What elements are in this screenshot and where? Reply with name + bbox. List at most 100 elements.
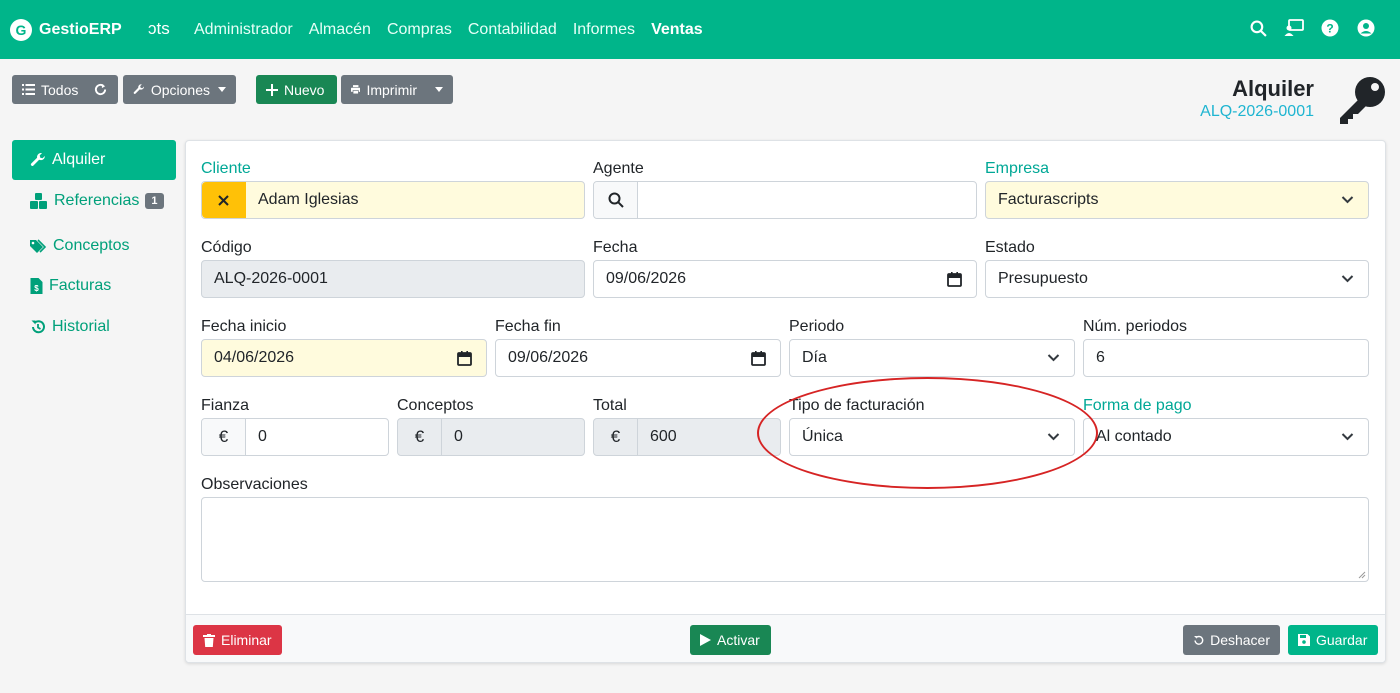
fianza-label: Fianza (201, 397, 250, 414)
conceptos-field: € 0 (397, 418, 585, 456)
num-periodos-label: Núm. periodos (1083, 318, 1188, 335)
caret-down-icon (218, 87, 226, 92)
todos-button[interactable]: Todos (12, 75, 118, 104)
imprimir-button[interactable]: Imprimir (341, 75, 453, 104)
estado-select[interactable]: Presupuesto (985, 260, 1369, 298)
opciones-button[interactable]: Opciones (123, 75, 236, 104)
record-code: ALQ-2026-0001 (1200, 103, 1314, 120)
nuevo-label: Nuevo (284, 81, 325, 98)
main-menu: Administrador Almacén Compras Contabilid… (194, 21, 719, 39)
calendar-icon[interactable] (457, 351, 472, 366)
search-icon[interactable] (1248, 18, 1268, 38)
fecha-inicio-label: Fecha inicio (201, 318, 287, 335)
nuevo-button[interactable]: Nuevo (256, 75, 337, 104)
fecha-value: 09/06/2026 (606, 270, 687, 287)
sidebar-item-referencias[interactable]: Referencias 1 (12, 181, 176, 221)
fecha-field[interactable]: 09/06/2026 (593, 260, 977, 298)
trash-icon (203, 633, 215, 647)
euro-icon: € (398, 419, 442, 455)
forma-pago-label: Forma de pago (1083, 397, 1192, 414)
observaciones-textarea[interactable] (201, 497, 1369, 582)
refresh-icon[interactable] (94, 83, 107, 96)
periodo-value: Día (802, 349, 827, 366)
chevron-down-icon (1341, 196, 1354, 204)
fianza-value: 0 (258, 428, 267, 445)
menu-informes[interactable]: Informes (573, 21, 635, 39)
codigo-label: Código (201, 239, 252, 256)
codigo-field: ALQ-2026-0001 (201, 260, 585, 298)
sidebar-item-label: Conceptos (53, 237, 130, 254)
tags-icon (30, 238, 47, 253)
forma-pago-value: Al contado (1096, 428, 1172, 445)
clear-cliente-button[interactable] (202, 182, 246, 218)
forma-pago-select[interactable]: Al contado (1083, 418, 1369, 456)
conceptos-value: 0 (454, 428, 463, 445)
menu-almacen[interactable]: Almacén (309, 21, 371, 39)
euro-icon: € (202, 419, 246, 455)
chevron-down-icon (1341, 275, 1354, 283)
guardar-label: Guardar (1316, 632, 1368, 648)
user-circle-icon[interactable] (1356, 18, 1376, 38)
activar-button[interactable]: Activar (690, 625, 771, 655)
close-icon (218, 194, 229, 206)
empresa-value: Facturascripts (998, 191, 1099, 208)
eliminar-label: Eliminar (221, 632, 272, 648)
calendar-icon[interactable] (947, 272, 962, 287)
total-value: 600 (650, 428, 677, 445)
sidebar-item-conceptos[interactable]: Conceptos (12, 226, 176, 266)
plus-icon (266, 83, 278, 96)
deshacer-button[interactable]: Deshacer (1183, 625, 1280, 655)
fianza-field[interactable]: € 0 (201, 418, 389, 456)
tipo-facturacion-label: Tipo de facturación (789, 397, 925, 414)
help-icon[interactable]: ? (1320, 18, 1340, 38)
invoice-icon: $ (30, 278, 43, 294)
periodo-select[interactable]: Día (789, 339, 1075, 377)
resize-handle-icon[interactable] (1358, 571, 1366, 579)
cliente-value: Adam Iglesias (258, 191, 359, 208)
calendar-icon[interactable] (751, 351, 766, 366)
conceptos-label: Conceptos (397, 397, 474, 414)
deshacer-label: Deshacer (1210, 632, 1270, 648)
chevron-down-icon (1341, 433, 1354, 441)
save-icon (1298, 634, 1310, 646)
caret-down-icon[interactable] (435, 87, 443, 92)
menu-compras[interactable]: Compras (387, 21, 452, 39)
menu-ventas[interactable]: Ventas (651, 21, 703, 39)
page-title: Alquiler (1232, 76, 1314, 101)
brand-name: GestioERP (39, 20, 122, 38)
num-periodos-field[interactable]: 6 (1083, 339, 1369, 377)
sidebar-item-label: Facturas (49, 277, 112, 294)
total-field: € 600 (593, 418, 781, 456)
sidebar-item-label: Historial (52, 318, 110, 335)
search-agente-button[interactable] (594, 182, 638, 218)
agente-label: Agente (593, 160, 644, 177)
brand-peek-text: ɔts (148, 19, 170, 38)
tipo-facturacion-value: Única (802, 428, 843, 445)
empresa-select[interactable]: Facturascripts (985, 181, 1369, 219)
fecha-fin-label: Fecha fin (495, 318, 561, 335)
menu-contabilidad[interactable]: Contabilidad (468, 21, 557, 39)
brand-logo-icon: G (10, 18, 32, 41)
tipo-facturacion-select[interactable]: Única (789, 418, 1075, 456)
eliminar-button[interactable]: Eliminar (193, 625, 282, 655)
cubes-icon (30, 193, 47, 209)
estado-value: Presupuesto (998, 270, 1088, 287)
menu-administrador[interactable]: Administrador (194, 21, 293, 39)
screen-user-icon[interactable] (1284, 18, 1304, 38)
key-icon (1340, 77, 1385, 124)
total-label: Total (593, 397, 627, 414)
cliente-field[interactable]: Adam Iglesias (201, 181, 585, 219)
fecha-fin-field[interactable]: 09/06/2026 (495, 339, 781, 377)
sidebar-item-facturas[interactable]: $ Facturas (12, 266, 176, 306)
fecha-label: Fecha (593, 239, 638, 256)
brand[interactable]: G GestioERP ɔts (10, 0, 174, 59)
empresa-label: Empresa (985, 160, 1050, 177)
agente-field[interactable] (593, 181, 977, 219)
sidebar-item-historial[interactable]: Historial (12, 307, 176, 347)
guardar-button[interactable]: Guardar (1288, 625, 1378, 655)
num-periodos-value: 6 (1096, 349, 1105, 366)
fecha-inicio-field[interactable]: 04/06/2026 (201, 339, 487, 377)
fecha-fin-value: 09/06/2026 (508, 349, 589, 366)
sidebar-item-alquiler[interactable]: Alquiler (12, 140, 176, 180)
history-icon (31, 320, 45, 334)
